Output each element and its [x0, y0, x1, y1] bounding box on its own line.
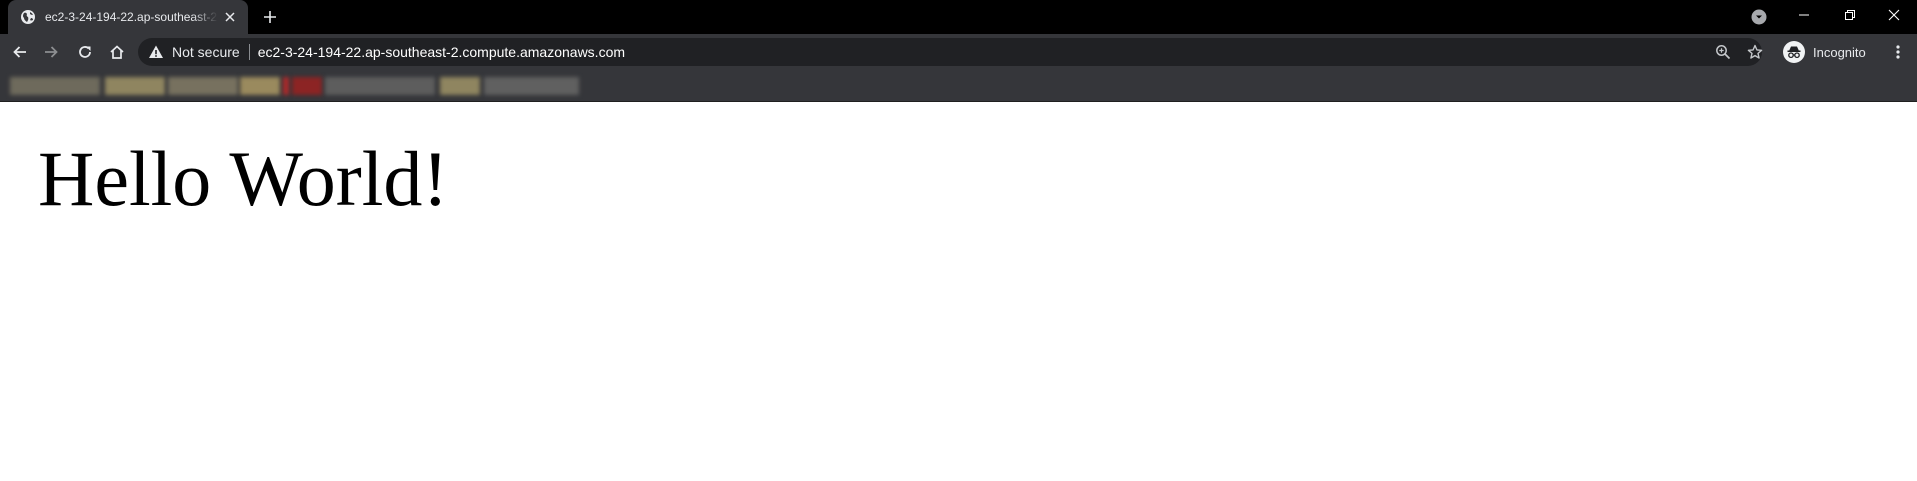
home-icon[interactable] [105, 40, 129, 64]
bookmarks-bar [0, 70, 1917, 102]
window-close-icon[interactable] [1871, 0, 1917, 30]
tab-strip: ec2-3-24-194-22.ap-southeast-2.compute.a… [0, 0, 1917, 34]
bookmark-item[interactable] [440, 77, 480, 95]
browser-toolbar: Not secure ec2-3-24-194-22.ap-southeast-… [0, 34, 1917, 70]
close-icon[interactable] [222, 9, 238, 25]
plus-icon[interactable] [260, 7, 280, 27]
bookmark-item[interactable] [240, 77, 280, 95]
bookmark-item[interactable] [283, 77, 289, 95]
tab-search-icon[interactable] [1751, 9, 1767, 25]
bookmark-item[interactable] [10, 77, 100, 95]
globe-icon [20, 9, 36, 25]
reload-icon[interactable] [73, 40, 97, 64]
star-icon[interactable] [1747, 44, 1763, 60]
browser-tab[interactable]: ec2-3-24-194-22.ap-southeast-2.compute.a… [8, 0, 248, 34]
address-divider [248, 44, 250, 60]
bookmark-item[interactable] [292, 77, 322, 95]
incognito-label: Incognito [1813, 44, 1866, 60]
tab-title: ec2-3-24-194-22.ap-southeast-2.compute.a… [45, 10, 218, 24]
bookmark-item[interactable] [168, 77, 238, 95]
arrow-right-icon[interactable] [39, 40, 63, 64]
page-heading: Hello World! [38, 135, 449, 222]
incognito-profile-button[interactable]: Incognito [1783, 38, 1866, 66]
page-content: Hello World! [0, 102, 1917, 481]
url-text[interactable]: ec2-3-24-194-22.ap-southeast-2.compute.a… [258, 44, 625, 60]
bookmark-item[interactable] [105, 77, 165, 95]
kebab-menu-icon[interactable] [1888, 40, 1908, 64]
address-bar[interactable]: Not secure ec2-3-24-194-22.ap-southeast-… [138, 38, 1763, 66]
arrow-left-icon[interactable] [8, 40, 32, 64]
security-status[interactable]: Not secure [172, 44, 240, 60]
restore-icon[interactable] [1827, 0, 1873, 30]
zoom-icon[interactable] [1715, 44, 1731, 60]
warning-triangle-icon[interactable] [148, 44, 164, 60]
bookmark-item[interactable] [484, 77, 579, 95]
bookmark-item[interactable] [325, 77, 435, 95]
incognito-icon [1783, 41, 1805, 63]
minimize-icon[interactable] [1781, 0, 1827, 30]
